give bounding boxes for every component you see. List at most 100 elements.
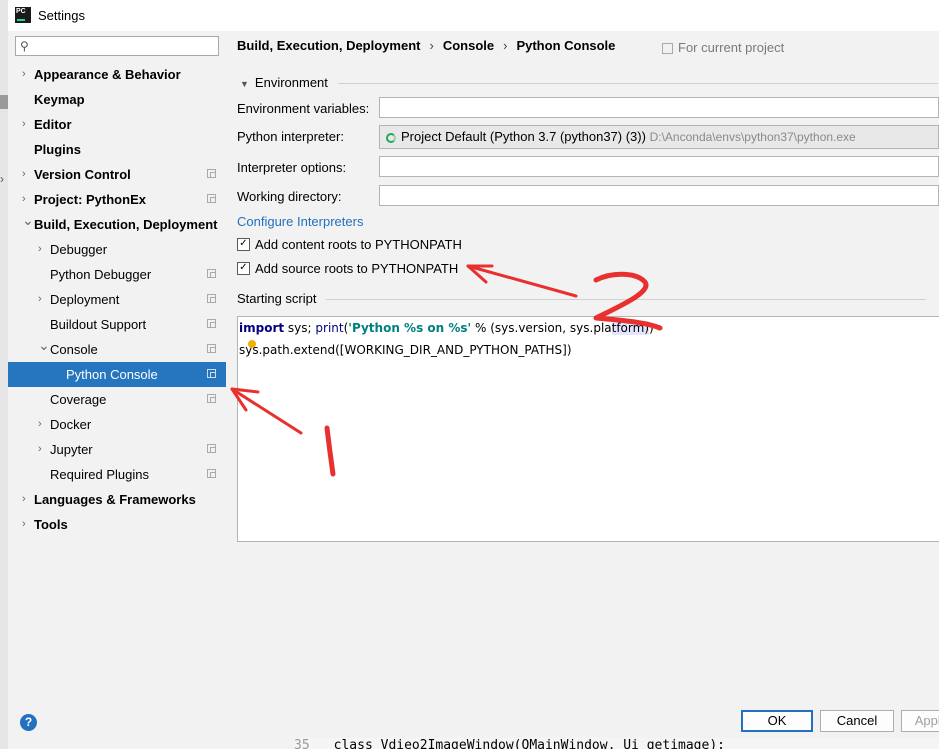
chevron-right-icon[interactable]: › [38,412,42,437]
pycharm-logo-icon [15,7,31,23]
window-title: Settings [38,8,85,23]
environment-section[interactable]: ▼ Environment [240,75,938,90]
sidebar-item-label: Required Plugins [50,467,150,482]
project-scope-icon [207,294,216,303]
chevron-right-icon[interactable]: › [38,287,42,312]
background-code-text: class Vdieo2ImageWindow(QMainWindow, Ui_… [333,738,725,749]
search-icon: ⚲ [20,39,29,53]
code-line-2: sys.path.extend([WORKING_DIR_AND_PYTHON_… [239,343,572,357]
sidebar-item-label: Languages & Frameworks [34,492,196,507]
sidebar-item-label: Console [50,342,98,357]
sidebar-item[interactable]: › Appearance & Behavior [8,62,226,87]
interpreter-path: D:\Anconda\envs\python37\python.exe [649,130,856,144]
project-scope-icon [207,444,216,453]
sidebar-item-label: Keymap [34,92,85,107]
sidebar-item[interactable]: ⌄ Console [8,337,226,362]
chevron-down-icon[interactable]: ⌄ [38,333,50,358]
sidebar-item-label: Python Console [66,367,158,382]
project-scope-icon [662,43,673,55]
interpreter-select[interactable]: Project Default (Python 3.7 (python37) (… [379,125,939,149]
env-vars-label: Environment variables: [237,101,370,116]
chevron-down-icon[interactable]: ⌄ [22,208,34,233]
interpreter-value: Project Default (Python 3.7 (python37) (… [401,129,646,144]
help-icon[interactable]: ? [20,714,37,731]
starting-script-section: Starting script [237,291,927,306]
project-scope-icon [207,369,216,378]
interpreter-options-field[interactable] [379,156,939,177]
breadcrumb-separator: › [503,38,508,53]
sidebar-item-label: Editor [34,117,72,132]
cancel-button[interactable]: Cancel [820,710,894,732]
configure-interpreters-link[interactable]: Configure Interpreters [237,214,363,229]
sidebar-item[interactable]: › Version Control [8,162,226,187]
chevron-right-icon[interactable]: › [38,437,42,462]
code-text: % (sys.version, sys.pla [471,321,612,335]
sidebar-item[interactable]: › Tools [8,512,226,537]
working-directory-field[interactable] [379,185,939,206]
breadcrumb-item: Build, Execution, Deployment [237,38,421,53]
breadcrumb-item: Python Console [516,38,616,53]
sidebar-item[interactable]: › Project: PythonEx [8,187,226,212]
sidebar-item[interactable]: › Languages & Frameworks [8,487,226,512]
chevron-right-icon[interactable]: › [22,512,26,537]
source-roots-checkbox[interactable]: ✓ Add source roots to PYTHONPATH [237,261,458,276]
settings-sidebar: ⚲ › Appearance & Behavior Keymap › Editor Plu… [8,31,226,701]
ok-button[interactable]: OK [741,710,813,732]
chevron-right-icon[interactable]: › [22,112,26,137]
sidebar-item[interactable]: › Editor [8,112,226,137]
sidebar-item[interactable]: Keymap [8,87,226,112]
sidebar-item[interactable]: Required Plugins [8,462,226,487]
background-marker [0,95,8,109]
chevron-right-icon[interactable]: › [22,62,26,87]
checkbox-checked-icon: ✓ [237,262,250,276]
code-function: print [315,321,344,335]
section-title: Starting script [237,291,317,306]
sidebar-item-label: Python Debugger [50,267,152,282]
options-label: Interpreter options: [237,160,347,175]
section-title: Environment [254,75,328,90]
starting-script-editor[interactable]: import sys; print('Python %s on %s' % (s… [237,316,939,542]
apply-button[interactable]: Apply [901,710,939,732]
chevron-right-icon[interactable]: › [22,162,26,187]
checkbox-checked-icon: ✓ [237,238,250,252]
code-string: 'Python %s on %s' [348,321,472,335]
code-highlight: tform [611,321,645,335]
sidebar-item-label: Plugins [34,142,81,157]
sidebar-item-label: Build, Execution, Deployment [34,217,218,232]
project-scope-icon [207,344,216,353]
breadcrumb-separator: › [429,38,434,53]
divider [337,83,938,85]
sidebar-item-label: Version Control [34,167,131,182]
settings-search-input[interactable]: ⚲ [15,36,219,56]
workdir-label: Working directory: [237,189,342,204]
content-roots-checkbox[interactable]: ✓ Add content roots to PYTHONPATH [237,237,462,252]
code-text: ) [649,321,654,335]
sidebar-item-label: Buildout Support [50,317,147,332]
sidebar-item[interactable]: Coverage [8,387,226,412]
divider [326,299,927,301]
intention-bulb-icon[interactable] [248,340,256,348]
line-number: 35 [294,738,310,749]
sidebar-item-label: Tools [34,517,68,532]
project-scope-icon [207,194,216,203]
title-bar: Settings [8,0,939,31]
sidebar-item[interactable]: Python Debugger [8,262,226,287]
sidebar-item[interactable]: › Debugger [8,237,226,262]
sidebar-item[interactable]: ⌄ Build, Execution, Deployment [8,212,226,237]
sidebar-item-label: Debugger [50,242,108,257]
sidebar-item[interactable]: › Docker [8,412,226,437]
sidebar-item[interactable]: Python Console [8,362,226,387]
interpreter-label: Python interpreter: [237,129,344,144]
sidebar-item[interactable]: › Deployment [8,287,226,312]
project-scope-icon [207,169,216,178]
chevron-right-icon[interactable]: › [22,487,26,512]
chevron-right-icon: › [0,172,4,186]
sidebar-item[interactable]: › Jupyter [8,437,226,462]
checkbox-label: Add source roots to PYTHONPATH [255,261,459,276]
background-editor-line: 35 class Vdieo2ImageWindow(QMainWindow, U… [294,738,939,749]
scope-note-label: For current project [678,40,785,55]
env-vars-field[interactable] [379,97,939,118]
sidebar-item-label: Docker [50,417,92,432]
sidebar-item[interactable]: Plugins [8,137,226,162]
chevron-right-icon[interactable]: › [38,237,42,262]
